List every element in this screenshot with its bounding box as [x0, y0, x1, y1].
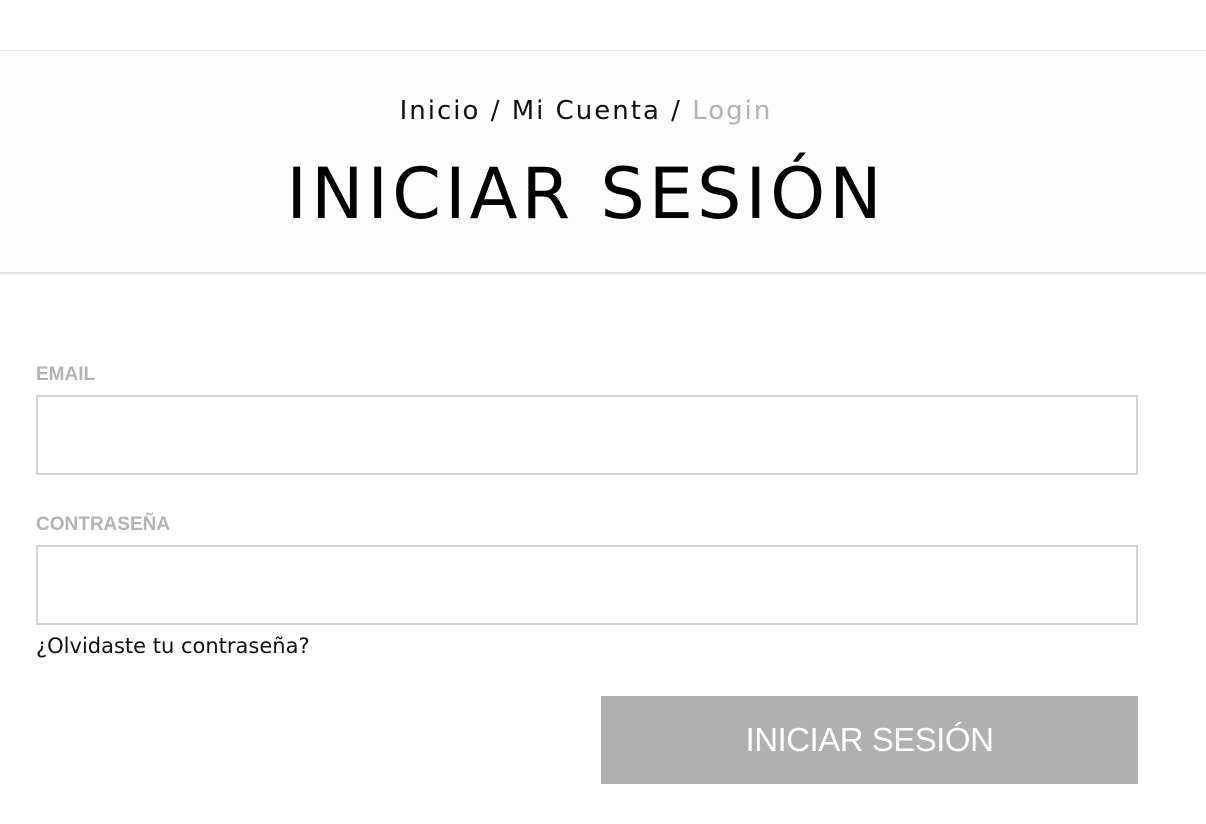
breadcrumb-link-mi-cuenta[interactable]: Mi Cuenta	[512, 96, 661, 126]
breadcrumb: Inicio / Mi Cuenta / Login	[0, 96, 1172, 126]
forgot-password-link[interactable]: ¿Olvidaste tu contraseña?	[36, 634, 310, 658]
breadcrumb-separator: /	[671, 96, 682, 126]
password-label: CONTRASEÑA	[36, 514, 171, 535]
breadcrumb-link-inicio[interactable]: Inicio	[400, 96, 481, 126]
login-button[interactable]: INICIAR SESIÓN	[601, 696, 1138, 784]
email-field[interactable]	[36, 395, 1138, 475]
page-title: INICIAR SESIÓN	[286, 153, 886, 235]
password-field[interactable]	[36, 545, 1138, 625]
header-divider	[0, 272, 1206, 274]
breadcrumb-separator: /	[490, 96, 502, 126]
email-label: EMAIL	[36, 364, 96, 385]
breadcrumb-current: Login	[692, 96, 773, 126]
